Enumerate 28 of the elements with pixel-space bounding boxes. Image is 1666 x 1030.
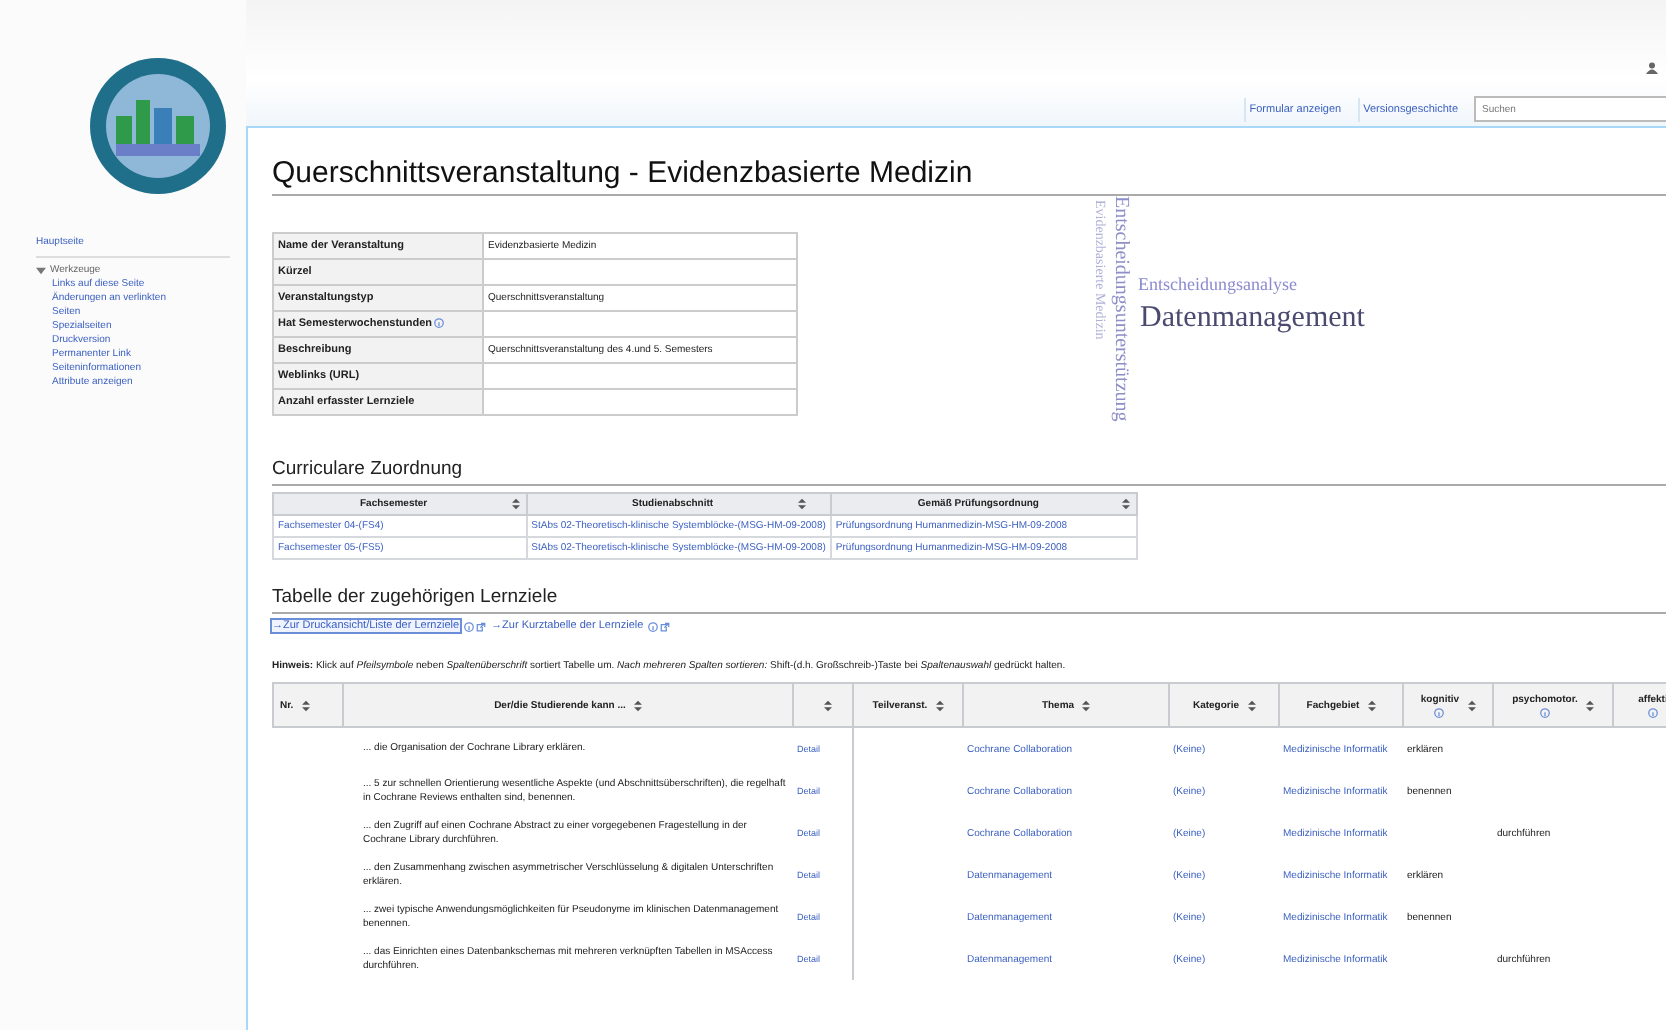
sort-icon[interactable] [511,498,520,510]
sort-icon[interactable] [797,498,806,510]
info-icon[interactable] [1647,707,1658,718]
sort-icon[interactable] [823,699,831,712]
sort-icon[interactable] [301,699,310,712]
sort-icon[interactable] [1367,699,1376,712]
word-cloud-word[interactable]: Entscheidungsanalyse [1138,276,1297,294]
page-title: Querschnittsveranstaltung - Evidenzbasierte Medizin [272,156,1666,196]
sort-icon[interactable] [935,699,944,712]
sort-icon[interactable] [1082,699,1091,712]
info-icon[interactable] [434,318,445,329]
sort-icon[interactable] [1585,699,1594,712]
info-icon[interactable] [1539,707,1550,718]
external-link-icon[interactable] [659,621,670,632]
info-icon[interactable] [647,621,658,632]
section-heading: Tabelle der zugehörigen Lernziele [272,586,1666,615]
sort-icon[interactable] [1122,498,1131,510]
triangle-icon[interactable] [36,265,46,275]
sort-icon[interactable] [1467,699,1476,712]
external-link-icon[interactable] [475,621,486,632]
info-icon[interactable] [463,621,474,632]
logo-icon[interactable] [88,56,228,196]
info-icon[interactable] [1434,707,1445,718]
word-cloud-word[interactable]: Datenmanagement [1140,304,1365,334]
sort-icon[interactable] [633,699,642,712]
section-heading: Curriculare Zuordnung [272,458,1666,486]
user-icon[interactable] [1646,62,1658,74]
sort-icon[interactable] [1247,699,1256,712]
